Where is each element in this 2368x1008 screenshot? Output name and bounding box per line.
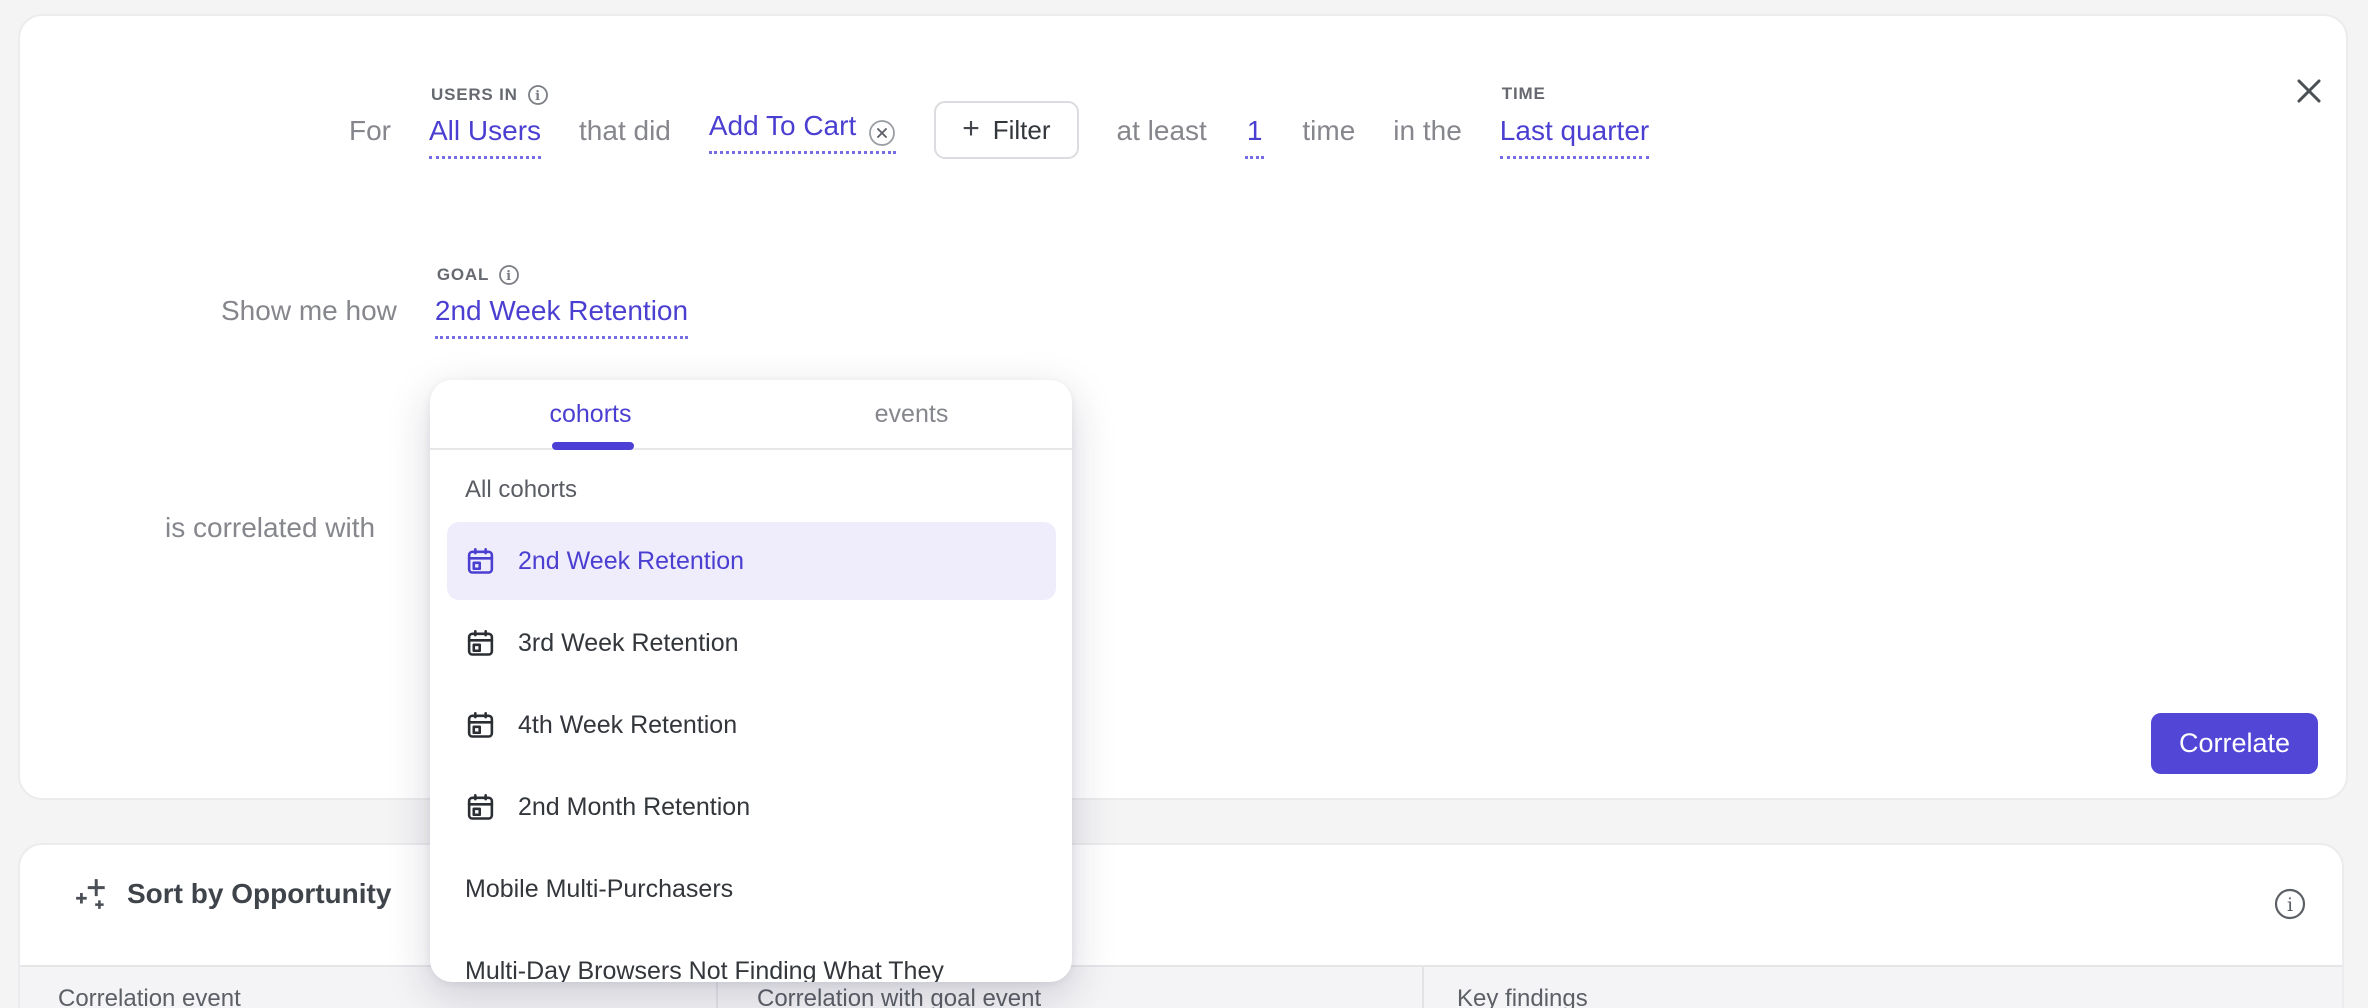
add-filter-button[interactable]: + Filter (934, 101, 1078, 159)
list-item-label: 3rd Week Retention (518, 629, 739, 658)
column-header-correlation-with-goal: Correlation with goal event (757, 985, 1041, 1008)
calendar-icon (465, 546, 496, 577)
column-header-correlation-event: Correlation event (58, 985, 241, 1008)
correlate-button[interactable]: Correlate (2151, 713, 2318, 774)
goal-label: GOAL (437, 265, 489, 285)
results-info-button[interactable]: i (2273, 887, 2307, 921)
list-item-2nd-week-retention[interactable]: 2nd Week Retention (447, 522, 1056, 600)
users-in-label: USERS IN (431, 85, 518, 105)
list-item-label: Multi-Day Browsers Not Finding What They (465, 957, 944, 983)
list-item-label: 2nd Week Retention (518, 547, 744, 576)
results-panel: Sort by Opportunity i Correlation event … (18, 843, 2344, 1008)
remove-event-icon[interactable] (868, 119, 896, 147)
filter-button-label: Filter (993, 115, 1051, 146)
info-icon: i (498, 264, 520, 286)
query-sentence-2: Show me how GOAL i 2nd Week Retention (221, 294, 688, 328)
plus-icon: + (962, 114, 980, 144)
list-item-multi-day-browsers[interactable]: Multi-Day Browsers Not Finding What They (447, 932, 1056, 982)
that-did-label: that did (579, 115, 671, 159)
cohort-selector[interactable]: All Users (429, 115, 541, 159)
goal-dropdown: cohorts events All cohorts 2nd Week Rete… (430, 380, 1072, 982)
results-table-header: Correlation event Correlation with goal … (20, 965, 2342, 1008)
sort-by-opportunity-button[interactable]: Sort by Opportunity (74, 876, 391, 912)
list-item-3rd-week-retention[interactable]: 3rd Week Retention (447, 604, 1056, 682)
calendar-icon (465, 792, 496, 823)
time-label: TIME (1502, 84, 1546, 104)
query-builder-card: For USERS IN i All Users that did Add To… (18, 14, 2348, 800)
list-item-mobile-multi-purchasers[interactable]: Mobile Multi-Purchasers (447, 850, 1056, 928)
list-item-label: Mobile Multi-Purchasers (465, 875, 733, 904)
tab-cohorts[interactable]: cohorts (430, 380, 751, 448)
list-item-2nd-month-retention[interactable]: 2nd Month Retention (447, 768, 1056, 846)
svg-text:i: i (535, 89, 541, 104)
close-icon (2290, 72, 2328, 110)
sparkle-icon (74, 876, 110, 912)
column-header-key-findings: Key findings (1457, 985, 1588, 1008)
time-range-selector[interactable]: Last quarter (1500, 115, 1649, 159)
count-selector[interactable]: 1 (1245, 115, 1265, 159)
tab-events[interactable]: events (751, 380, 1072, 448)
list-item-label: 4th Week Retention (518, 711, 737, 740)
svg-text:i: i (2287, 894, 2293, 916)
dropdown-section-label: All cohorts (465, 476, 1072, 504)
event-selector[interactable]: Add To Cart (709, 110, 896, 154)
info-icon: i (527, 84, 549, 106)
show-me-how-label: Show me how (221, 295, 397, 339)
time-word-label: time (1302, 115, 1355, 159)
calendar-icon (465, 628, 496, 659)
query-sentence-1: For USERS IN i All Users that did Add To… (349, 101, 1649, 148)
list-item-4th-week-retention[interactable]: 4th Week Retention (447, 686, 1056, 764)
results-toolbar: Sort by Opportunity i (20, 845, 2342, 965)
list-item-label: 2nd Month Retention (518, 793, 750, 822)
in-the-label: in the (1393, 115, 1462, 159)
correlate-query-page: For USERS IN i All Users that did Add To… (0, 0, 2368, 1008)
for-label: For (349, 115, 391, 159)
goal-selector[interactable]: 2nd Week Retention (435, 295, 688, 339)
calendar-icon (465, 710, 496, 741)
info-icon: i (2273, 887, 2307, 921)
is-correlated-with-label: is correlated with (165, 512, 375, 544)
dropdown-tabs: cohorts events (430, 380, 1072, 450)
sort-button-label: Sort by Opportunity (127, 878, 391, 910)
column-divider (1422, 967, 1424, 1008)
close-button[interactable] (2290, 72, 2328, 110)
svg-text:i: i (506, 269, 512, 284)
cohort-list: 2nd Week Retention 3rd Week Retention 4t… (430, 522, 1072, 982)
at-least-label: at least (1117, 115, 1207, 159)
active-tab-indicator (552, 442, 634, 450)
